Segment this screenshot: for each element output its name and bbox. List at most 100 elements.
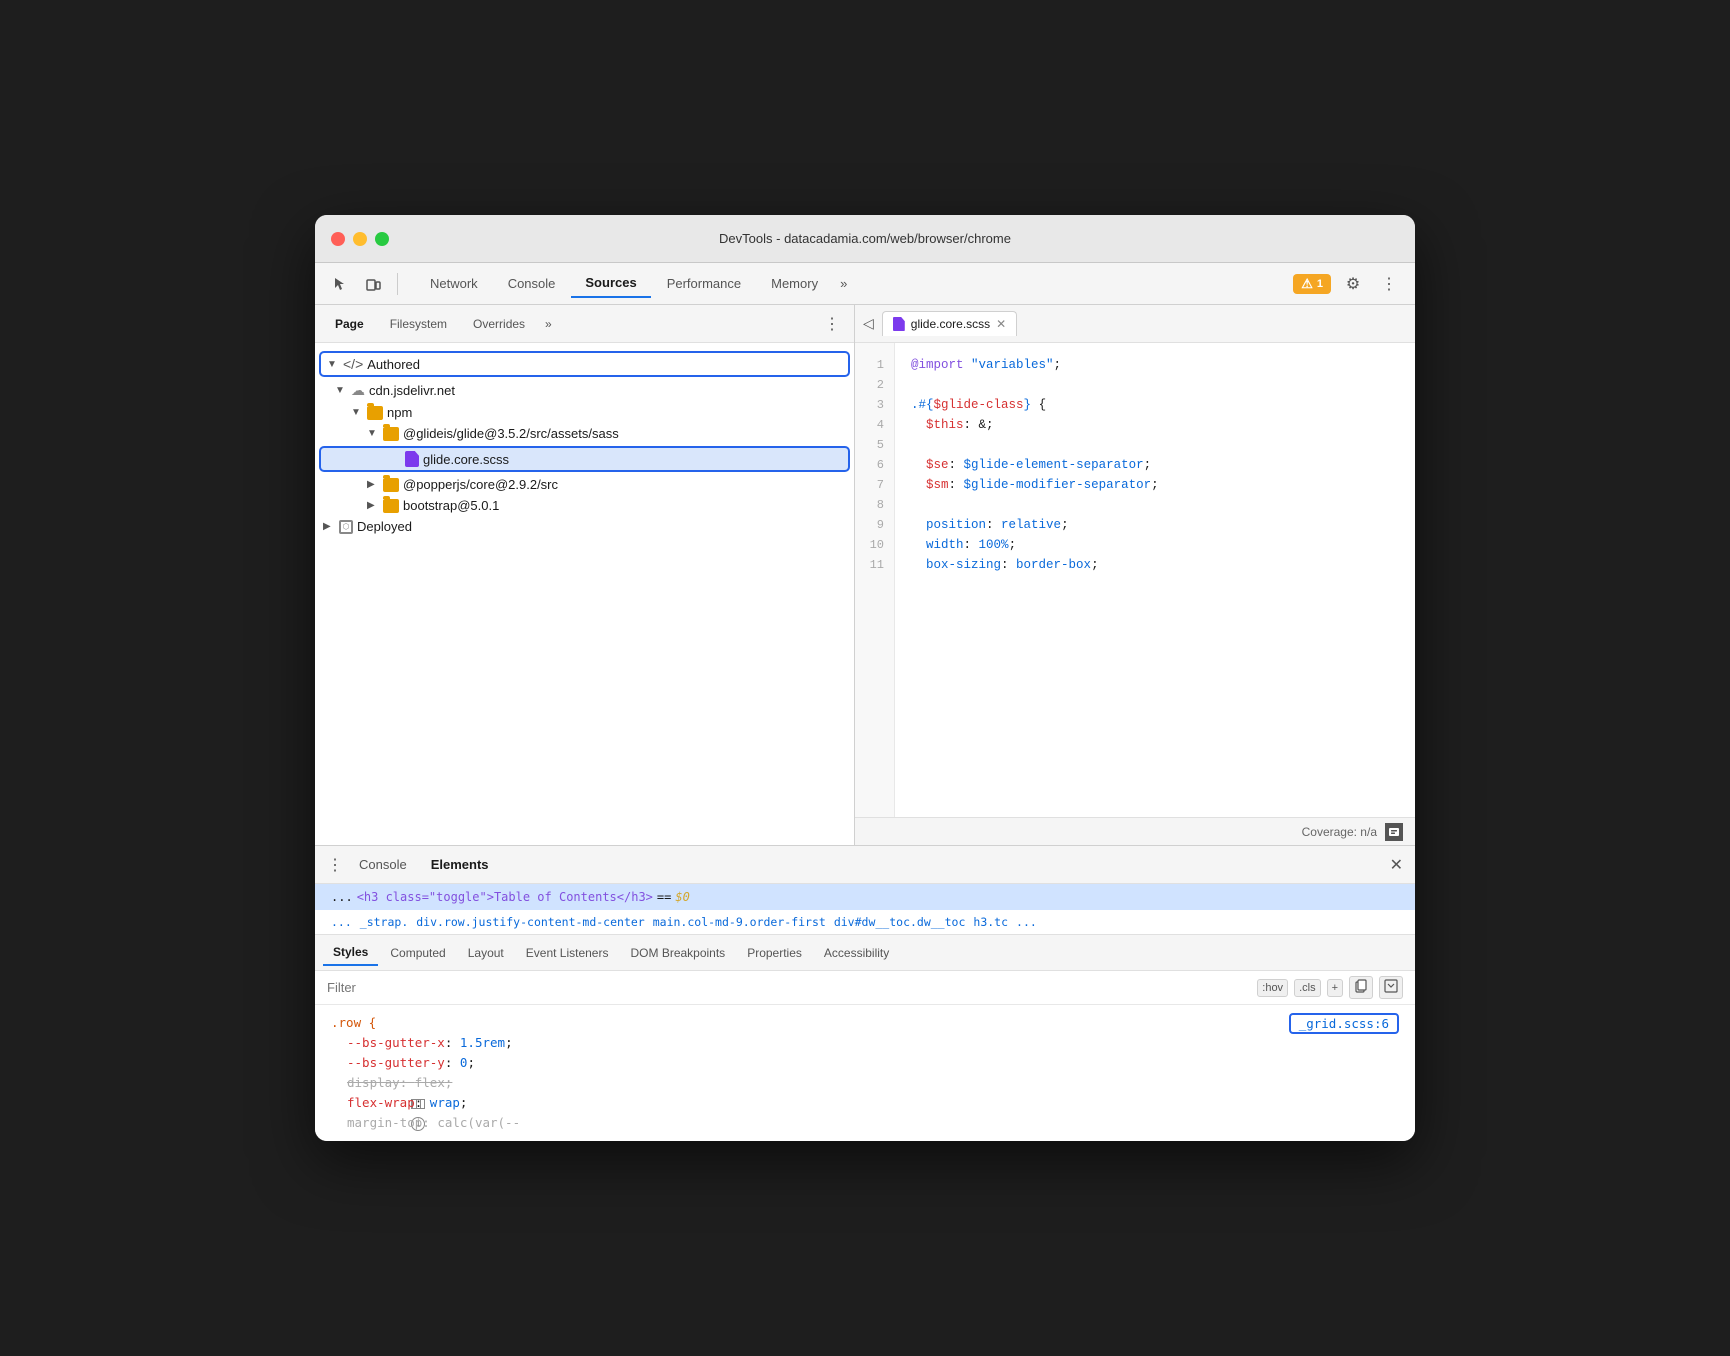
tree-cdn[interactable]: ▼ ☁ cdn.jsdelivr.net <box>315 379 854 402</box>
tab-filesystem[interactable]: Filesystem <box>378 312 459 336</box>
tree-arrow-authored: ▼ <box>327 359 339 370</box>
line-num-5: 5 <box>855 435 894 455</box>
line-num-4: 4 <box>855 415 894 435</box>
tab-overrides[interactable]: Overrides <box>461 312 537 336</box>
code-line-4: $this: &; <box>911 415 1399 435</box>
tree-popperjs[interactable]: ▶ @popperjs/core@2.9.2/src <box>315 474 854 495</box>
filter-buttons: :hov .cls + <box>1257 976 1403 999</box>
tree-deployed[interactable]: ▶ ⬡ Deployed <box>315 516 854 537</box>
npm-label: npm <box>387 405 412 420</box>
folder-icon-popperjs <box>383 478 399 492</box>
crumb-h3[interactable]: h3.tc <box>973 915 1008 929</box>
settings-icon[interactable]: ⚙ <box>1339 270 1367 298</box>
tab-performance[interactable]: Performance <box>653 270 755 297</box>
tree-arrow-cdn: ▼ <box>335 385 347 396</box>
tab-page[interactable]: Page <box>323 312 376 336</box>
minimize-button[interactable] <box>353 232 367 246</box>
editor-footer: Coverage: n/a <box>855 817 1415 845</box>
editor-tab-label: glide.core.scss <box>911 317 990 331</box>
folder-icon-glideis <box>383 427 399 441</box>
prop-gutter-x: --bs-gutter-x: 1.5rem; <box>331 1033 1399 1053</box>
cursor-icon[interactable] <box>327 270 355 298</box>
crumb-row[interactable]: div.row.justify-content-md-center <box>416 915 644 929</box>
file-tree: ▼ </> Authored ▼ ☁ cdn.jsdelivr.net ▼ np… <box>315 343 854 845</box>
folder-icon-npm <box>367 406 383 420</box>
tab-sources[interactable]: Sources <box>571 269 650 298</box>
tab-properties[interactable]: Properties <box>737 941 812 965</box>
tree-authored[interactable]: ▼ </> Authored <box>319 351 850 377</box>
panel-tabs-more[interactable]: » <box>539 313 558 335</box>
expand-icon[interactable] <box>1379 976 1403 999</box>
tab-computed[interactable]: Computed <box>380 941 455 965</box>
more-options-icon[interactable]: ⋮ <box>1375 270 1403 298</box>
crumb-dots[interactable]: ... <box>331 915 352 929</box>
crumb-main[interactable]: main.col-md-9.order-first <box>653 915 826 929</box>
code-line-1: @import "variables"; <box>911 355 1399 375</box>
crumb-more[interactable]: ... <box>1016 915 1037 929</box>
tree-glide-core[interactable]: ▶ glide.core.scss <box>319 446 850 472</box>
main-tabs: Network Console Sources Performance Memo… <box>416 269 1289 298</box>
code-content: @import "variables"; .#{$glide-class} { … <box>895 343 1415 817</box>
copy-icon[interactable] <box>1349 976 1373 999</box>
code-line-9: position: relative; <box>911 515 1399 535</box>
notification-badge[interactable]: ⚠ 1 <box>1293 274 1331 294</box>
dom-dots: ... <box>331 890 353 904</box>
notification-count: 1 <box>1317 278 1323 290</box>
line-num-7: 7 <box>855 475 894 495</box>
window-controls <box>331 232 389 246</box>
line-num-10: 10 <box>855 535 894 555</box>
tree-arrow-popperjs: ▶ <box>367 479 379 490</box>
dom-selected-element: ... <h3 class="toggle">Table of Contents… <box>315 884 1415 910</box>
line-num-1: 1 <box>855 355 894 375</box>
more-tabs-button[interactable]: » <box>834 272 853 295</box>
rule-selector: .row { <box>331 1015 376 1030</box>
tab-memory[interactable]: Memory <box>757 270 832 297</box>
dom-breadcrumbs: ... _strap. div.row.justify-content-md-c… <box>315 910 1415 935</box>
line-num-6: 6 <box>855 455 894 475</box>
tab-console[interactable]: Console <box>494 270 570 297</box>
tab-layout[interactable]: Layout <box>458 941 514 965</box>
bottom-dots-icon[interactable]: ⋮ <box>327 855 343 875</box>
editor-back-icon[interactable]: ◁ <box>863 315 874 332</box>
editor-tab-active[interactable]: glide.core.scss ✕ <box>882 311 1017 336</box>
tree-glideis[interactable]: ▼ @glideis/glide@3.5.2/src/assets/sass <box>315 423 854 444</box>
tab-dom-breakpoints[interactable]: DOM Breakpoints <box>620 941 735 965</box>
crumb-strap[interactable]: _strap. <box>360 915 408 929</box>
close-bottom-panel[interactable]: ✕ <box>1390 855 1403 875</box>
add-style-button[interactable]: + <box>1327 979 1343 997</box>
line-num-11: 11 <box>855 555 894 575</box>
bottom-panel: ⋮ Console Elements ✕ ... <h3 class="togg… <box>315 845 1415 1141</box>
glideis-label: @glideis/glide@3.5.2/src/assets/sass <box>403 426 619 441</box>
toolbar-separator <box>397 273 398 295</box>
maximize-button[interactable] <box>375 232 389 246</box>
bottom-toolbar: ⋮ Console Elements ✕ <box>315 846 1415 884</box>
editor-tab-close[interactable]: ✕ <box>996 317 1006 331</box>
tab-network[interactable]: Network <box>416 270 492 297</box>
tab-styles[interactable]: Styles <box>323 940 378 966</box>
code-icon: </> <box>343 356 363 372</box>
code-line-3: .#{$glide-class} { <box>911 395 1399 415</box>
panel-tabs-dots[interactable]: ⋮ <box>818 314 846 334</box>
tree-bootstrap[interactable]: ▶ bootstrap@5.0.1 <box>315 495 854 516</box>
code-editor[interactable]: 1 2 3 4 5 6 7 8 9 10 11 @import "variabl… <box>855 343 1415 817</box>
code-line-5 <box>911 435 1399 455</box>
coverage-label: Coverage: n/a <box>1302 825 1377 839</box>
tab-accessibility[interactable]: Accessibility <box>814 941 899 965</box>
rule-source-link[interactable]: _grid.scss:6 <box>1289 1013 1399 1034</box>
coverage-icon[interactable] <box>1385 823 1403 841</box>
source-link-text: _grid.scss:6 <box>1299 1016 1389 1031</box>
tab-event-listeners[interactable]: Event Listeners <box>516 941 619 965</box>
tab-console-bottom[interactable]: Console <box>351 853 415 876</box>
styles-filter-input[interactable] <box>327 980 1249 995</box>
tree-npm[interactable]: ▼ npm <box>315 402 854 423</box>
cls-button[interactable]: .cls <box>1294 979 1321 997</box>
window-title: DevTools - datacadamia.com/web/browser/c… <box>719 231 1011 246</box>
hov-button[interactable]: :hov <box>1257 979 1288 997</box>
crumb-toc[interactable]: div#dw__toc.dw__toc <box>834 915 966 929</box>
device-toggle-icon[interactable] <box>359 270 387 298</box>
titlebar: DevTools - datacadamia.com/web/browser/c… <box>315 215 1415 263</box>
tab-elements-bottom[interactable]: Elements <box>423 853 497 876</box>
styles-filter-row: :hov .cls + <box>315 971 1415 1005</box>
close-button[interactable] <box>331 232 345 246</box>
box-icon: ⬡ <box>339 520 353 534</box>
